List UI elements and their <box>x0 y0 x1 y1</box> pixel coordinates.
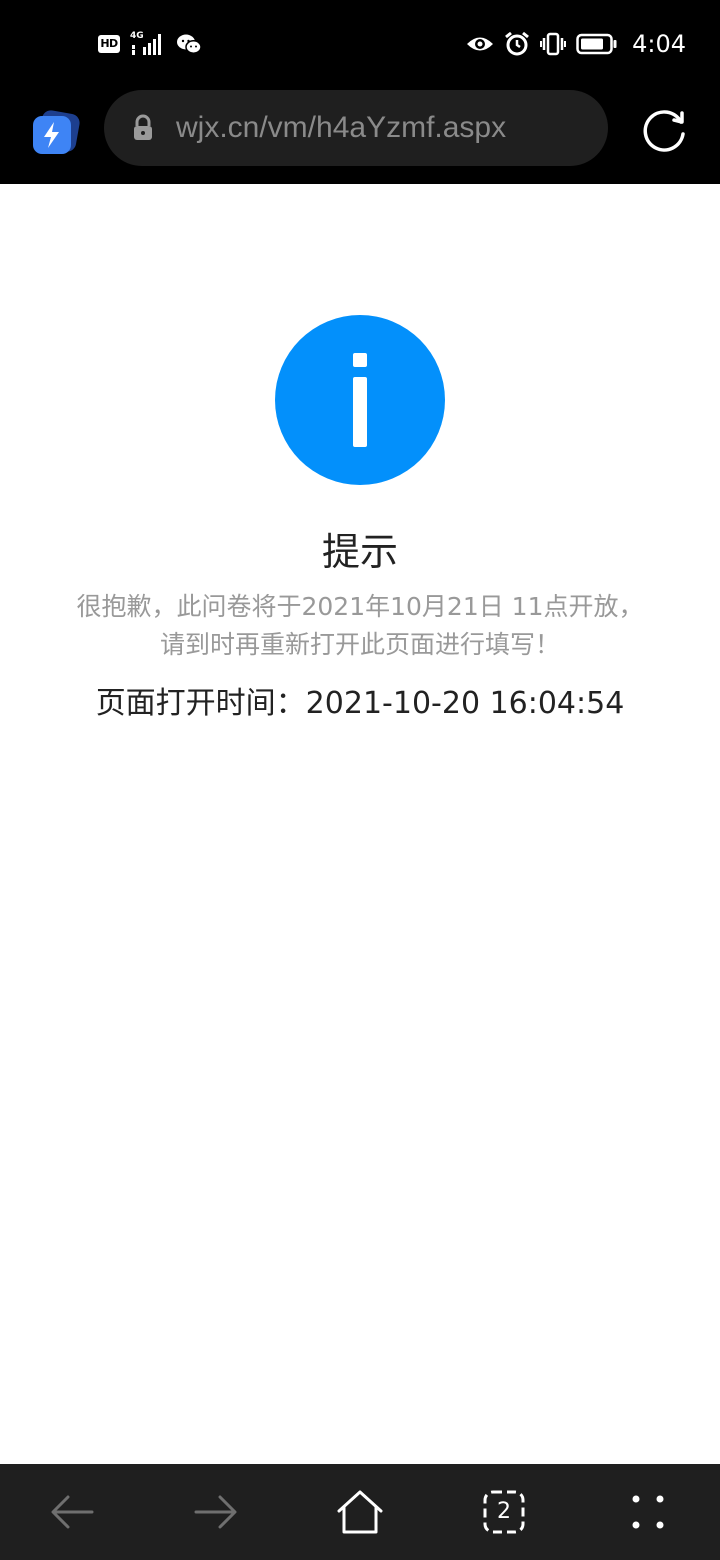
notice-message: 很抱歉，此问卷将于2021年10月21日 11点开放， 请到时再重新打开此页面进… <box>40 588 680 664</box>
address-bar[interactable]: wjx.cn/vm/h4aYzmf.aspx <box>104 90 608 166</box>
browser-logo-icon[interactable] <box>30 106 82 158</box>
back-arrow-icon[interactable] <box>46 1486 98 1538</box>
eye-comfort-icon <box>467 37 494 51</box>
info-icon <box>275 315 445 485</box>
notice-title: 提示 <box>321 530 398 574</box>
network-type-label: 4G <box>130 31 144 41</box>
alarm-icon <box>505 31 530 56</box>
screen: HD 4G 4:04 wjx.cn/vm/h4aYzmf.aspx 提示 很抱歉… <box>0 0 720 1560</box>
home-icon[interactable] <box>334 1486 386 1538</box>
lock-icon <box>134 114 152 140</box>
page-open-time: 页面打开时间：2021-10-20 16:04:54 <box>95 686 625 721</box>
tabs-button[interactable]: 2 <box>478 1486 530 1538</box>
url-text[interactable]: wjx.cn/vm/h4aYzmf.aspx <box>176 90 506 166</box>
forward-arrow-icon[interactable] <box>190 1486 242 1538</box>
web-content: 提示 很抱歉，此问卷将于2021年10月21日 11点开放， 请到时再重新打开此… <box>0 184 720 1464</box>
bottom-navigation: 2 <box>0 1464 720 1560</box>
status-left: HD 4G <box>98 30 202 58</box>
info-icon-dot <box>353 353 367 367</box>
signal-icon: 4G <box>130 31 166 57</box>
tab-count: 2 <box>497 1499 511 1524</box>
wechat-icon <box>177 34 202 54</box>
more-icon[interactable] <box>622 1486 674 1538</box>
info-icon-bar <box>353 377 367 447</box>
clock: 4:04 <box>632 30 686 58</box>
reload-icon[interactable] <box>636 102 692 158</box>
browser-toolbar: wjx.cn/vm/h4aYzmf.aspx <box>0 88 720 184</box>
hd-badge: HD <box>98 35 120 53</box>
status-right: 4:04 <box>466 28 686 60</box>
battery-icon <box>576 33 617 55</box>
status-bar: HD 4G 4:04 <box>0 0 720 88</box>
notice-message-line-2: 请到时再重新打开此页面进行填写！ <box>159 630 560 659</box>
vibrate-icon <box>540 32 567 56</box>
notice-message-line-1: 很抱歉，此问卷将于2021年10月21日 11点开放， <box>76 592 644 621</box>
